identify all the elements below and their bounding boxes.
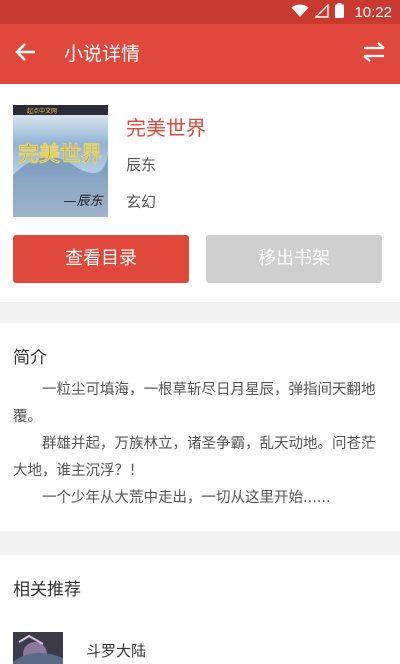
intro-section: 简介 一粒尘可填海，一根草斩尽日月星辰，弹指间天翻地覆。 群雄并起，万族林立，诸… — [0, 323, 400, 531]
sliders-icon — [362, 41, 386, 67]
cover-title: 完美世界 — [18, 141, 102, 166]
intro-text: 一粒尘可填海，一根草斩尽日月星辰，弹指间天翻地覆。 群雄并起，万族林立，诸圣争霸… — [13, 377, 383, 512]
page-title: 小说详情 — [64, 43, 141, 65]
recommendations-section: 相关推荐 斗罗大陆 — [0, 555, 400, 664]
book-genre: 玄幻 — [126, 193, 157, 211]
filter-settings-button[interactable] — [358, 38, 390, 70]
back-button[interactable] — [10, 38, 42, 70]
remove-from-shelf-button[interactable]: 移出书架 — [206, 235, 382, 283]
intro-paragraph: 一粒尘可填海，一根草斩尽日月星辰，弹指间天翻地覆。 — [13, 382, 376, 425]
status-icons: 10:22 — [291, 0, 392, 24]
arrow-left-icon — [15, 41, 37, 67]
book-title: 完美世界 — [126, 116, 206, 140]
status-time: 10:22 — [354, 3, 392, 21]
wifi-icon — [291, 3, 309, 22]
status-bar: 10:22 — [0, 0, 400, 24]
book-author: 辰东 — [126, 156, 157, 174]
intro-paragraph: 一个少年从大荒中走出，一切从这里开始...... — [42, 490, 331, 506]
cover-author: —辰东 — [63, 194, 104, 209]
battery-icon — [335, 2, 345, 22]
recommendation-title: 斗罗大陆 — [86, 642, 147, 660]
view-catalog-button[interactable]: 查看目录 — [13, 235, 189, 283]
signal-icon — [314, 2, 330, 22]
intro-heading: 简介 — [13, 348, 47, 368]
intro-paragraph: 群雄并起，万族林立，诸圣争霸，乱天动地。问苍茫大地，谁主沉浮？！ — [13, 436, 376, 479]
app-bar: 小说详情 — [0, 24, 400, 84]
recommendation-cover — [13, 632, 63, 664]
recommendations-heading: 相关推荐 — [13, 580, 81, 600]
cover-publisher: 起点中文网 — [27, 107, 57, 115]
book-cover[interactable]: 起点中文网 完美世界 —辰东 — [13, 105, 108, 217]
book-info-card: 起点中文网 完美世界 —辰东 完美世界 辰东 玄幻 查看目录 移出书架 — [0, 84, 400, 302]
